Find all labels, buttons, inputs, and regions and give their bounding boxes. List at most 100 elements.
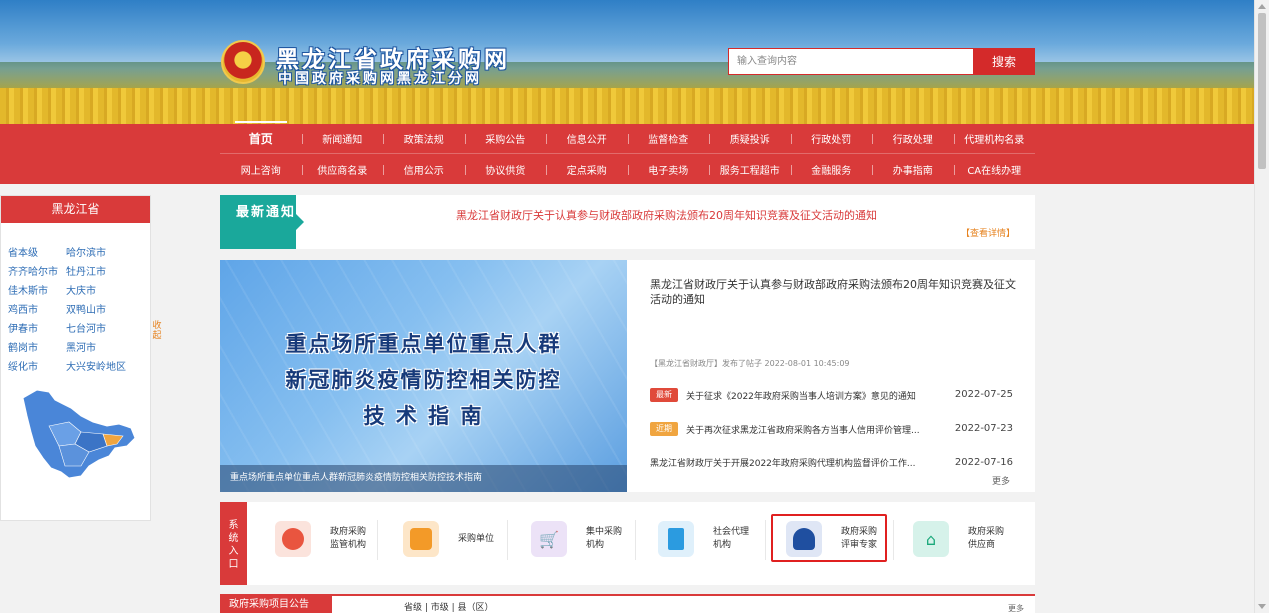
notice-link[interactable]: 黑龙江省财政厅关于认真参与财政部政府采购法颁布20周年知识竞赛及征文活动的通知 — [456, 207, 877, 223]
supplier-icon: ⌂ — [913, 521, 949, 557]
search-button[interactable]: 搜索 — [973, 48, 1035, 75]
banner-field — [0, 88, 1254, 124]
nav-item-complaints[interactable]: 质疑投诉 — [709, 131, 791, 146]
vertical-scrollbar[interactable] — [1254, 0, 1269, 613]
main-nav: 首页 新闻通知 政策法规 采购公告 信息公开 监督检查 质疑投诉 行政处罚 行政… — [0, 121, 1254, 184]
cart-icon: 🛒 — [531, 521, 567, 557]
news-item[interactable]: 最新 关于征求《2022年政府采购当事人培训方案》意见的通知 2022-07-25 — [650, 388, 1020, 404]
scroll-thumb[interactable] — [1258, 13, 1266, 169]
news-item-date: 2022-07-25 — [954, 389, 1013, 400]
nav-row-secondary: 网上咨询 供应商名录 信用公示 协议供货 定点采购 电子卖场 服务工程超市 金融… — [220, 154, 1035, 184]
region-item-daxinganling[interactable]: 大兴安岭地区 — [66, 358, 126, 373]
nav-item-agreement[interactable]: 协议供货 — [464, 162, 547, 177]
entry-divider — [507, 520, 508, 560]
building-icon — [658, 521, 694, 557]
region-item-shuangyashan[interactable]: 双鸭山市 — [66, 301, 106, 316]
news-tag-recent: 近期 — [650, 422, 678, 436]
entry-central-procurement[interactable]: 🛒 集中采购 机构 — [531, 519, 646, 559]
entry-divider — [377, 520, 378, 560]
nav-item-credit[interactable]: 信用公示 — [383, 162, 465, 177]
region-item-mudanjiang[interactable]: 牡丹江市 — [66, 263, 106, 278]
entry-label: 政府采购 监管机构 — [330, 527, 367, 550]
nav-item-consult[interactable]: 网上咨询 — [220, 162, 302, 177]
region-item-hegang[interactable]: 鹤岗市 — [8, 339, 38, 354]
nav-item-disclosure[interactable]: 信息公开 — [546, 131, 628, 146]
site-subtitle: 中国政府采购网黑龙江分网 — [278, 71, 482, 87]
news-meta: 【黑龙江省财政厅】发布了帖子 2022-08-01 10:45:09 — [650, 359, 850, 368]
notice-badge: 最新通知 — [220, 195, 304, 249]
scroll-up-arrow-icon[interactable] — [1258, 4, 1266, 9]
latest-notice: 最新通知 黑龙江省财政厅关于认真参与财政部政府采购法颁布20周年知识竞赛及征文活… — [220, 195, 1035, 249]
slide-caption[interactable]: 重点场所重点单位重点人群新冠肺炎疫情防控相关防控技术指南 — [220, 465, 627, 492]
slide-headline-3: 技 术 指 南 — [363, 403, 484, 428]
nav-item-news[interactable]: 新闻通知 — [301, 131, 384, 146]
nav-item-service-market[interactable]: 服务工程超市 — [709, 162, 791, 177]
region-item-suihua[interactable]: 绥化市 — [8, 358, 38, 373]
entry-label: 社会代理 机构 — [713, 527, 750, 550]
header-banner — [0, 0, 1254, 124]
nav-item-announcements[interactable]: 采购公告 — [464, 131, 547, 146]
news-panel: 黑龙江省财政厅关于认真参与财政部政府采购法颁布20周年知识竞赛及征文活动的通知 … — [627, 260, 1035, 492]
nav-item-designated[interactable]: 定点采购 — [546, 162, 628, 177]
purchaser-icon — [403, 521, 439, 557]
entry-divider — [765, 520, 766, 560]
entry-label: 集中采购 机构 — [586, 527, 623, 550]
national-emblem-icon — [221, 40, 265, 84]
slide-headline-2: 新冠肺炎疫情防控相关防控 — [285, 367, 562, 392]
region-item-jiamusi[interactable]: 佳木斯市 — [8, 282, 48, 297]
entry-social-agency[interactable]: 社会代理 机构 — [658, 519, 773, 559]
scroll-down-arrow-icon[interactable] — [1258, 604, 1266, 609]
entry-purchaser[interactable]: 采购单位 — [403, 519, 518, 559]
project-title: 政府采购项目公告 — [220, 596, 332, 613]
region-item-jixi[interactable]: 鸡西市 — [8, 301, 38, 316]
region-item-daqing[interactable]: 大庆市 — [66, 282, 96, 297]
nav-item-finance[interactable]: 金融服务 — [790, 162, 873, 177]
news-item-date: 2022-07-23 — [954, 423, 1013, 434]
highlight-box — [771, 514, 887, 562]
nav-item-handling[interactable]: 行政处理 — [872, 131, 954, 146]
region-item-harbin[interactable]: 哈尔滨市 — [66, 244, 106, 259]
news-item-title[interactable]: 关于再次征求黑龙江省政府采购各方当事人信用评价管理... — [686, 423, 934, 436]
nav-item-inspection[interactable]: 监督检查 — [627, 131, 710, 146]
region-title[interactable]: 黑龙江省 — [1, 196, 150, 223]
entry-supplier[interactable]: ⌂ 政府采购 供应商 — [913, 519, 1028, 559]
region-collapse-toggle[interactable]: 收起 — [151, 321, 163, 351]
nav-item-guide[interactable]: 办事指南 — [872, 162, 954, 177]
nav-item-emall[interactable]: 电子卖场 — [627, 162, 710, 177]
project-announcements: 政府采购项目公告 省级 | 市级 | 县（区） 更多 — [220, 594, 1035, 613]
nav-row-primary: 首页 新闻通知 政策法规 采购公告 信息公开 监督检查 质疑投诉 行政处罚 行政… — [220, 121, 1036, 154]
news-item-title[interactable]: 黑龙江省财政厅关于开展2022年政府采购代理机构监督评价工作... — [650, 456, 940, 469]
news-item[interactable]: 黑龙江省财政厅关于开展2022年政府采购代理机构监督评价工作... 2022-0… — [650, 456, 1020, 472]
region-item-qiqihar[interactable]: 齐齐哈尔市 — [8, 263, 58, 278]
province-map[interactable] — [19, 386, 137, 481]
nav-item-ca[interactable]: CA在线办理 — [953, 162, 1036, 177]
region-item-yichun[interactable]: 伊春市 — [8, 320, 38, 335]
nav-item-suppliers[interactable]: 供应商名录 — [301, 162, 384, 177]
nav-item-agencies[interactable]: 代理机构名录 — [953, 131, 1036, 146]
project-level-tabs[interactable]: 省级 | 市级 | 县（区） — [404, 600, 494, 613]
region-item-heihe[interactable]: 黑河市 — [66, 339, 96, 354]
news-more-link[interactable]: 更多 — [992, 474, 1010, 487]
supervision-icon — [275, 521, 311, 557]
feature-slide[interactable]: 重点场所重点单位重点人群 新冠肺炎疫情防控相关防控 技 术 指 南 重点场所重点… — [220, 260, 627, 492]
region-panel: 黑龙江省 省本级 哈尔滨市 齐齐哈尔市 牡丹江市 佳木斯市 大庆市 鸡西市 双鸭… — [0, 195, 151, 521]
region-item-province[interactable]: 省本级 — [8, 244, 38, 259]
region-item-qitaihe[interactable]: 七台河市 — [66, 320, 106, 335]
search-input[interactable] — [728, 48, 974, 75]
project-more-link[interactable]: 更多 — [1008, 603, 1024, 613]
news-item-date: 2022-07-16 — [954, 457, 1013, 468]
news-item[interactable]: 近期 关于再次征求黑龙江省政府采购各方当事人信用评价管理... 2022-07-2… — [650, 422, 1020, 438]
system-entry-panel: 系统入口 政府采购 监管机构 采购单位 🛒 集中采购 机构 社会代理 机构 政府… — [220, 502, 1035, 585]
entry-label: 采购单位 — [458, 533, 495, 544]
nav-item-policy[interactable]: 政策法规 — [383, 131, 465, 146]
slide-headline-1: 重点场所重点单位重点人群 — [285, 331, 562, 356]
news-headline[interactable]: 黑龙江省财政厅关于认真参与财政部政府采购法颁布20周年知识竞赛及征文活动的通知 — [650, 277, 1020, 307]
nav-item-penalties[interactable]: 行政处罚 — [790, 131, 873, 146]
entry-divider — [635, 520, 636, 560]
nav-item-home[interactable]: 首页 — [220, 121, 302, 147]
entry-label: 政府采购 供应商 — [968, 527, 1005, 550]
notice-more-link[interactable]: 【查看详情】 — [961, 226, 1015, 239]
news-tag-new: 最新 — [650, 388, 678, 402]
news-item-title[interactable]: 关于征求《2022年政府采购当事人培训方案》意见的通知 — [686, 389, 934, 402]
entry-supervision[interactable]: 政府采购 监管机构 — [275, 519, 390, 559]
